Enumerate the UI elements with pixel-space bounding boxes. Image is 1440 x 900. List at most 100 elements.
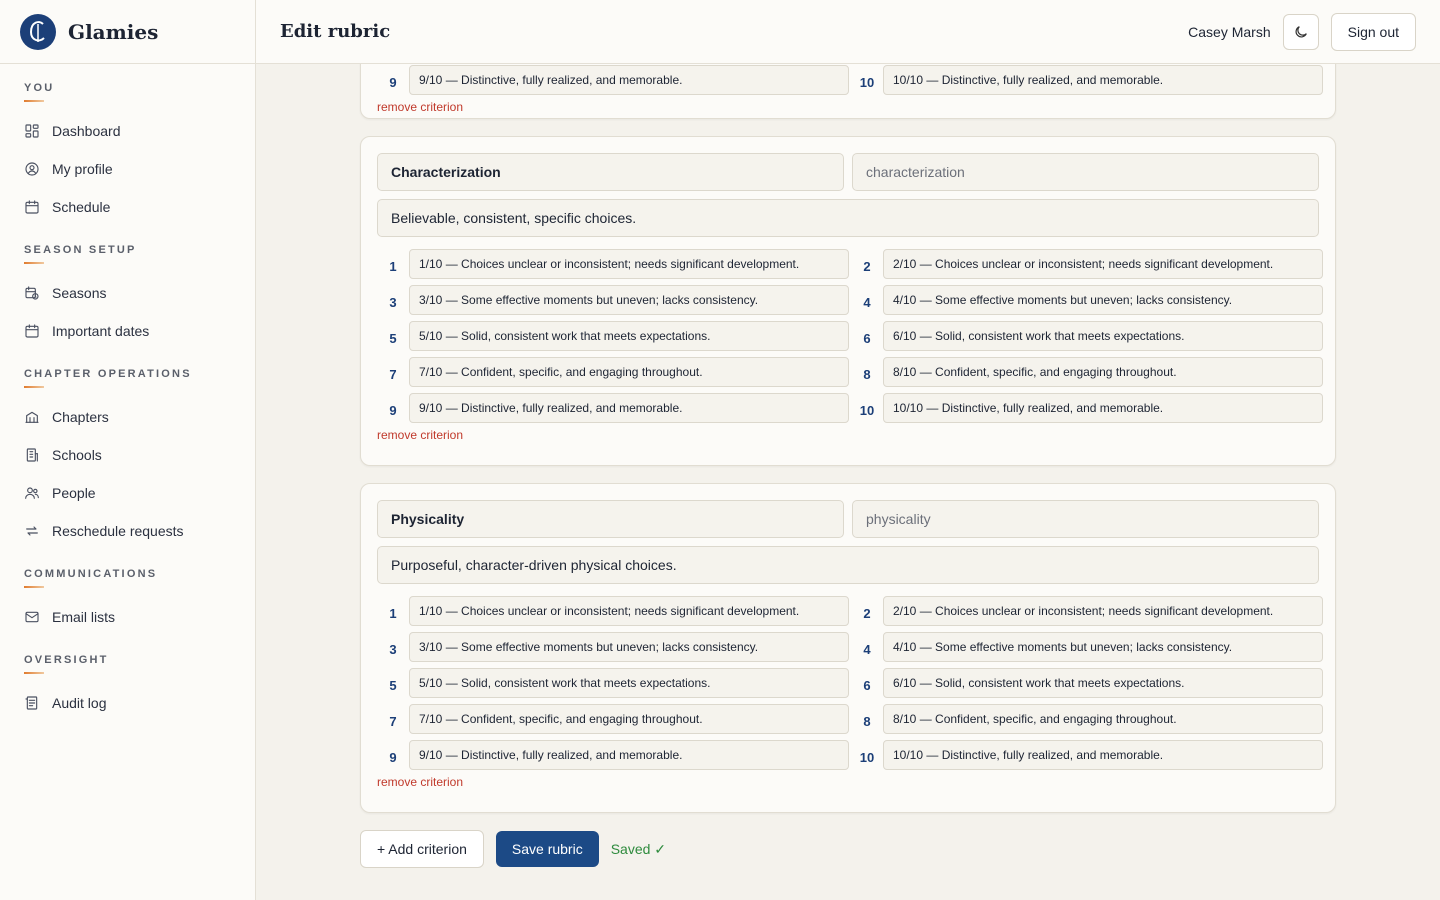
score-level: 6 6/10 — Solid, consistent work that meet… (851, 321, 1323, 351)
score-level: 5 5/10 — Solid, consistent work that meet… (377, 321, 849, 351)
score-level-input[interactable]: 10/10 — Distinctive, fully realized, and… (883, 740, 1323, 770)
score-level: 4 4/10 — Some effective moments but uneve… (851, 285, 1323, 315)
sidebar-item-label: Seasons (52, 285, 107, 301)
sidebar-item-label: Audit log (52, 695, 107, 711)
repeat-icon (26, 526, 38, 536)
calendar-icon (25, 200, 39, 214)
remove-criterion-link[interactable]: remove criterion (377, 100, 463, 114)
score-level-input[interactable]: 10/10 — Distinctive, fully realized, and… (883, 393, 1323, 423)
score-level: 9 9/10 — Distinctive, fully realized, and… (377, 740, 849, 770)
audit-log-icon (25, 696, 38, 710)
sign-out-button[interactable]: Sign out (1330, 12, 1416, 51)
score-level-input[interactable]: 5/10 — Solid, consistent work that meets… (409, 668, 849, 698)
score-level-number: 10 (859, 749, 875, 765)
score-level-number: 5 (389, 330, 397, 346)
score-level: 3 3/10 — Some effective moments but uneve… (377, 285, 849, 315)
score-level: 2 2/10 — Choices unclear or inconsistent;… (851, 596, 1323, 626)
score-level-input[interactable]: 3/10 — Some effective moments but uneven… (409, 632, 849, 662)
score-level-input[interactable]: 4/10 — Some effective moments but uneven… (883, 285, 1323, 315)
score-level: 7 7/10 — Confident, specific, and engagin… (377, 357, 849, 387)
score-level-input[interactable]: 2/10 — Choices unclear or inconsistent; … (883, 596, 1323, 626)
score-level-input[interactable]: 7/10 — Confident, specific, and engaging… (409, 704, 849, 734)
score-level-input[interactable]: 2/10 — Choices unclear or inconsistent; … (883, 249, 1323, 279)
sidebar-item-chapters[interactable]: Chapters (0, 398, 255, 436)
sidebar: Glamies YOU Dashboard My profile Schedule SE… (0, 0, 256, 900)
remove-criterion-link[interactable]: remove criterion (377, 428, 463, 442)
sidebar-nav: YOU Dashboard My profile Schedule SEASON SET… (0, 64, 255, 722)
criterion-description-input[interactable]: Believable, consistent, specific choices… (377, 199, 1319, 237)
brand[interactable]: Glamies (0, 0, 255, 64)
nav-section-title: CHAPTER OPERATIONS (24, 368, 192, 380)
top-header: Edit rubric Casey Marsh Sign out (256, 0, 1440, 64)
score-level-number: 6 (863, 677, 871, 693)
sidebar-item-schedule[interactable]: Schedule (0, 188, 255, 226)
criterion-description-input[interactable]: Purposeful, character-driven physical ch… (377, 546, 1319, 584)
save-status: Saved ✓ (610, 840, 667, 857)
criterion-name-input[interactable]: Characterization (377, 153, 844, 191)
score-level-input[interactable]: 1/10 — Choices unclear or inconsistent; … (409, 249, 849, 279)
score-level-input[interactable]: 6/10 — Solid, consistent work that meets… (883, 668, 1323, 698)
score-level-input[interactable]: 9/10 — Distinctive, fully realized, and … (409, 393, 849, 423)
sidebar-item-email-lists[interactable]: Email lists (0, 598, 255, 636)
score-level: 5 5/10 — Solid, consistent work that meet… (377, 668, 849, 698)
criterion-key-input[interactable]: characterization (852, 153, 1319, 191)
nav-group-you: YOU Dashboard My profile Schedule (0, 82, 255, 226)
score-level-input[interactable]: 6/10 — Solid, consistent work that meets… (883, 321, 1323, 351)
sidebar-item-important-dates[interactable]: Important dates (0, 312, 255, 350)
sidebar-item-label: Important dates (52, 323, 150, 339)
mail-icon (25, 611, 39, 623)
score-level-input[interactable]: 3/10 — Some effective moments but uneven… (409, 285, 849, 315)
score-level-input[interactable]: 7/10 — Confident, specific, and engaging… (409, 357, 849, 387)
rubric-actions: + Add criterion Save rubric Saved ✓ (360, 830, 666, 868)
user-circle-icon (25, 162, 39, 176)
section-rule (24, 672, 44, 674)
score-level-input[interactable]: 8/10 — Confident, specific, and engaging… (883, 357, 1323, 387)
score-level: 8 8/10 — Confident, specific, and engagin… (851, 704, 1323, 734)
score-level-number: 3 (389, 641, 397, 657)
chapters-icon (25, 411, 39, 423)
criterion-name-input[interactable]: Physicality (377, 500, 844, 538)
criterion-key-input[interactable]: physicality (852, 500, 1319, 538)
sidebar-item-label: Dashboard (52, 123, 121, 139)
score-level-input[interactable]: 4/10 — Some effective moments but uneven… (883, 632, 1323, 662)
sidebar-item-label: My profile (52, 161, 113, 177)
score-level-number: 5 (389, 677, 397, 693)
theme-toggle-button[interactable] (1282, 13, 1319, 50)
sidebar-item-label: Schedule (52, 199, 111, 215)
score-level-input[interactable]: 9/10 — Distinctive, fully realized, and … (409, 65, 849, 95)
add-criterion-button[interactable]: + Add criterion (360, 830, 484, 868)
score-level-input[interactable]: 10/10 — Distinctive, fully realized, and… (883, 65, 1323, 95)
remove-criterion-link[interactable]: remove criterion (377, 775, 463, 789)
nav-group-communications: COMMUNICATIONS Email lists (0, 568, 255, 636)
school-icon (26, 448, 38, 462)
main-content: + Add criterion Save rubric Saved ✓ 9 9/1… (256, 64, 1440, 900)
sidebar-item-my-profile[interactable]: My profile (0, 150, 255, 188)
score-level-number: 7 (389, 366, 397, 382)
sidebar-item-people[interactable]: People (0, 474, 255, 512)
score-level-number: 9 (389, 749, 397, 765)
sidebar-item-audit-log[interactable]: Audit log (0, 684, 255, 722)
nav-group-season-setup: SEASON SETUP Seasons Important dates (0, 244, 255, 350)
calendar-clock-icon (25, 286, 39, 300)
score-level-number: 1 (389, 258, 397, 274)
sidebar-item-seasons[interactable]: Seasons (0, 274, 255, 312)
section-rule (24, 262, 44, 264)
score-level-number: 6 (863, 330, 871, 346)
score-level-number: 4 (863, 641, 871, 657)
score-level-input[interactable]: 1/10 — Choices unclear or inconsistent; … (409, 596, 849, 626)
user-name: Casey Marsh (1188, 23, 1271, 40)
nav-section-title: OVERSIGHT (24, 654, 109, 666)
score-level-number: 8 (863, 366, 871, 382)
score-level-input[interactable]: 9/10 — Distinctive, fully realized, and … (409, 740, 849, 770)
score-level-input[interactable]: 5/10 — Solid, consistent work that meets… (409, 321, 849, 351)
score-level-number: 2 (863, 605, 871, 621)
score-level: 7 7/10 — Confident, specific, and engagin… (377, 704, 849, 734)
sidebar-item-schools[interactable]: Schools (0, 436, 255, 474)
score-level-input[interactable]: 8/10 — Confident, specific, and engaging… (883, 704, 1323, 734)
sidebar-item-dashboard[interactable]: Dashboard (0, 112, 255, 150)
sidebar-item-reschedule-requests[interactable]: Reschedule requests (0, 512, 255, 550)
logo-icon (20, 13, 56, 50)
save-rubric-button[interactable]: Save rubric (495, 831, 599, 867)
dashboard-icon (25, 124, 39, 138)
score-level-number: 4 (863, 294, 871, 310)
